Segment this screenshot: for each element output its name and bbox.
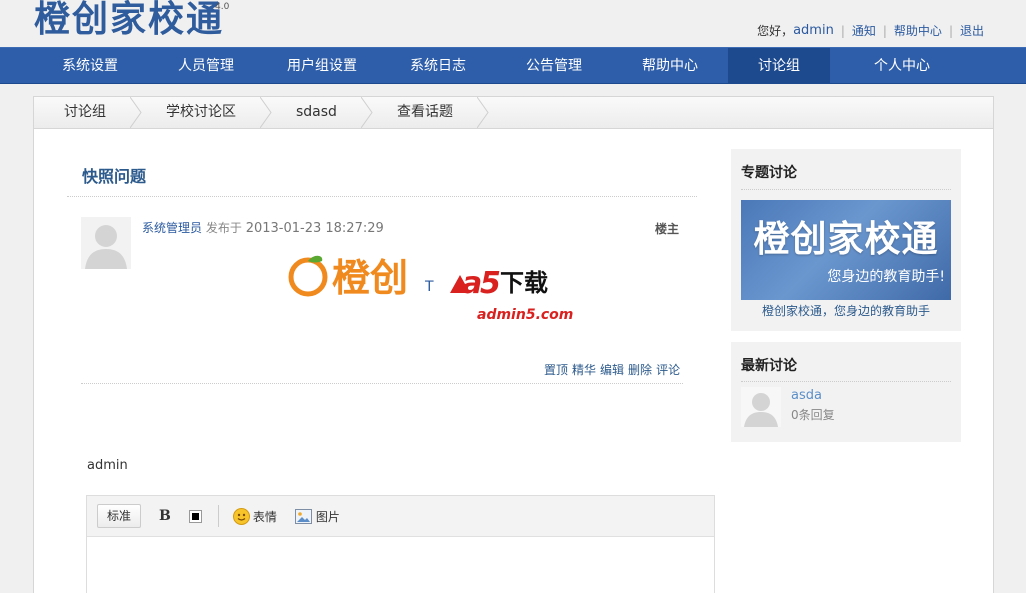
nav-item-system-log[interactable]: 系统日志 bbox=[380, 48, 496, 84]
smiley-icon bbox=[232, 507, 250, 525]
reply-username: admin bbox=[87, 458, 128, 473]
svg-text:下载: 下载 bbox=[500, 269, 548, 297]
editor-toolbar: 标准 B 表情 图片 bbox=[87, 496, 714, 537]
divider bbox=[81, 383, 683, 384]
breadcrumb-item[interactable]: sdasd bbox=[266, 97, 373, 128]
author-link[interactable]: 系统管理员 bbox=[142, 221, 202, 235]
nav-item-user-groups[interactable]: 用户组设置 bbox=[264, 48, 380, 84]
app-version: 4.0 bbox=[215, 2, 230, 12]
breadcrumb-label: 学校讨论区 bbox=[166, 104, 236, 120]
nav-item-discussion[interactable]: 讨论组 bbox=[728, 48, 830, 84]
post-content-image: 橙创 T a 5 下载 admin5.com bbox=[284, 247, 584, 325]
image-button[interactable]: 图片 bbox=[294, 508, 340, 525]
delete-action[interactable]: 删除 bbox=[628, 361, 652, 378]
breadcrumb-label: 查看话题 bbox=[396, 104, 453, 120]
divider bbox=[67, 196, 697, 197]
divider bbox=[217, 505, 219, 527]
svg-text:T: T bbox=[424, 279, 434, 295]
chevron-right-icon bbox=[476, 97, 489, 128]
banner-title: 橙创家校通 bbox=[753, 219, 939, 260]
comment-action[interactable]: 评论 bbox=[656, 361, 680, 378]
nav-item-personal-center[interactable]: 个人中心 bbox=[844, 48, 960, 84]
breadcrumb-item[interactable]: 学校讨论区 bbox=[136, 97, 272, 128]
user-silhouette-icon bbox=[741, 387, 781, 427]
divider: | bbox=[840, 23, 845, 38]
nav-item-announcements[interactable]: 公告管理 bbox=[496, 48, 612, 84]
greeting-text: 您好， bbox=[757, 24, 794, 38]
posted-label: 发布于 bbox=[205, 221, 242, 235]
latest-discussion-box: 最新讨论 asda 0条回复 bbox=[731, 342, 961, 442]
nav-item-personnel[interactable]: 人员管理 bbox=[148, 48, 264, 84]
divider bbox=[741, 381, 951, 382]
feature-action[interactable]: 精华 bbox=[572, 361, 596, 378]
notifications-link[interactable]: 通知 bbox=[852, 22, 876, 39]
pin-action[interactable]: 置顶 bbox=[544, 361, 568, 378]
nav-item-system-settings[interactable]: 系统设置 bbox=[32, 48, 148, 84]
post-actions: 置顶 精华 编辑 删除 评论 bbox=[544, 361, 680, 378]
featured-title: 专题讨论 bbox=[741, 165, 797, 181]
image-watermark-url: admin5.com bbox=[477, 307, 573, 323]
featured-discussion-box: 专题讨论 橙创家校通 您身边的教育助手! 橙创家校通，您身边的教育助手 bbox=[731, 149, 961, 331]
username-link[interactable]: admin bbox=[793, 23, 834, 38]
app-logo[interactable]: 橙创家校通 bbox=[34, 0, 224, 40]
floor-label: 楼主 bbox=[655, 222, 680, 236]
nav-item-help[interactable]: 帮助中心 bbox=[612, 48, 728, 84]
reply-editor[interactable]: 标准 B 表情 图片 bbox=[86, 495, 715, 593]
user-bar: 您好， admin | 通知 | 帮助中心 | 退出 bbox=[757, 22, 984, 39]
post-time: 2013-01-23 18:27:29 bbox=[245, 221, 384, 236]
divider: | bbox=[948, 23, 953, 38]
image-icon bbox=[294, 508, 312, 524]
main-nav: 系统设置 人员管理 用户组设置 系统日志 公告管理 帮助中心 讨论组 个人中心 bbox=[0, 47, 1026, 84]
featured-banner[interactable]: 橙创家校通 您身边的教育助手! bbox=[741, 200, 951, 300]
style-button[interactable]: 标准 bbox=[97, 504, 142, 528]
main-panel: 讨论组 学校讨论区 sdasd 查看话题 快照问题 系统管理员 发布于 2013… bbox=[33, 96, 994, 593]
divider: | bbox=[882, 23, 887, 38]
color-picker-icon[interactable] bbox=[188, 509, 202, 523]
svg-text:5: 5 bbox=[480, 266, 501, 301]
avatar[interactable] bbox=[81, 217, 131, 269]
discussion-title-link[interactable]: asda bbox=[791, 388, 822, 403]
brand-image: 橙创 T a 5 下载 admin5.com bbox=[288, 255, 573, 323]
breadcrumb-item[interactable]: 讨论组 bbox=[34, 97, 142, 128]
reply-count: 0条回复 bbox=[791, 408, 835, 422]
help-center-link[interactable]: 帮助中心 bbox=[894, 22, 942, 39]
breadcrumb-item-current: 查看话题 bbox=[367, 97, 489, 128]
breadcrumb: 讨论组 学校讨论区 sdasd 查看话题 bbox=[34, 97, 993, 129]
image-label: 图片 bbox=[315, 509, 340, 524]
edit-action[interactable]: 编辑 bbox=[600, 361, 624, 378]
latest-title: 最新讨论 bbox=[741, 358, 797, 374]
breadcrumb-label: 讨论组 bbox=[64, 104, 106, 120]
bold-button[interactable]: B bbox=[159, 508, 171, 524]
banner-caption[interactable]: 橙创家校通，您身边的教育助手 bbox=[731, 302, 961, 319]
user-silhouette-icon bbox=[81, 217, 131, 269]
banner-subtitle: 您身边的教育助手! bbox=[827, 269, 945, 285]
breadcrumb-label: sdasd bbox=[296, 104, 337, 120]
avatar[interactable] bbox=[741, 387, 781, 427]
image-brand-text: 橙创 bbox=[332, 256, 408, 300]
emotion-label: 表情 bbox=[252, 509, 277, 524]
post-meta: 系统管理员 发布于 2013-01-23 18:27:29 bbox=[142, 219, 384, 236]
emotion-button[interactable]: 表情 bbox=[232, 507, 277, 525]
topic-title: 快照问题 bbox=[82, 167, 147, 186]
divider bbox=[741, 189, 951, 190]
logout-link[interactable]: 退出 bbox=[960, 22, 984, 39]
top-header: 橙创家校通 4.0 您好， admin | 通知 | 帮助中心 | 退出 bbox=[0, 0, 1026, 47]
